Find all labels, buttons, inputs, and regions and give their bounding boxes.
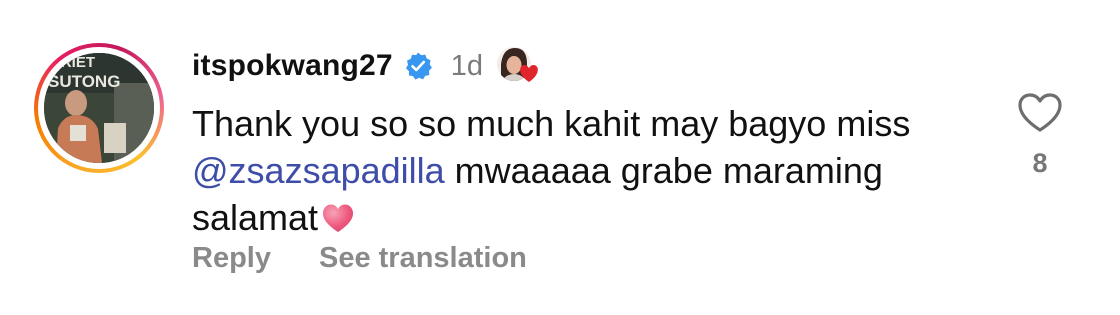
reply-button[interactable]: Reply xyxy=(192,242,271,275)
story-ring[interactable]: ARIET SUTONG xyxy=(34,43,164,173)
avatar-sign-line-1: ARIET xyxy=(50,54,95,71)
comment-actions: Reply See translation xyxy=(192,236,527,280)
avatar[interactable]: ARIET SUTONG xyxy=(44,53,154,163)
comment-header: itspokwang27 1d xyxy=(192,44,541,88)
comment-text: Thank you so so much kahit may bagyo mis… xyxy=(192,100,972,241)
avatar-image: ARIET SUTONG xyxy=(44,53,154,163)
username[interactable]: itspokwang27 xyxy=(192,49,393,83)
avatar-sign-line-2: SUTONG xyxy=(48,72,120,91)
timestamp: 1d xyxy=(450,49,484,82)
comment: ARIET SUTONG itspokwang27 1d Thank you s… xyxy=(0,0,1120,315)
author-liked-heart-icon xyxy=(495,44,541,88)
like-count: 8 xyxy=(1032,148,1048,178)
comment-text-part-1: Thank you so so much kahit may bagyo mis… xyxy=(192,103,911,144)
mention-link[interactable]: @zsazsapadilla xyxy=(192,150,445,191)
pink-heart-emoji-icon xyxy=(320,198,356,232)
see-translation-button[interactable]: See translation xyxy=(319,242,527,275)
heart-outline-icon[interactable] xyxy=(1017,92,1063,134)
verified-badge-icon xyxy=(403,51,433,81)
like-section: 8 xyxy=(1014,92,1066,179)
